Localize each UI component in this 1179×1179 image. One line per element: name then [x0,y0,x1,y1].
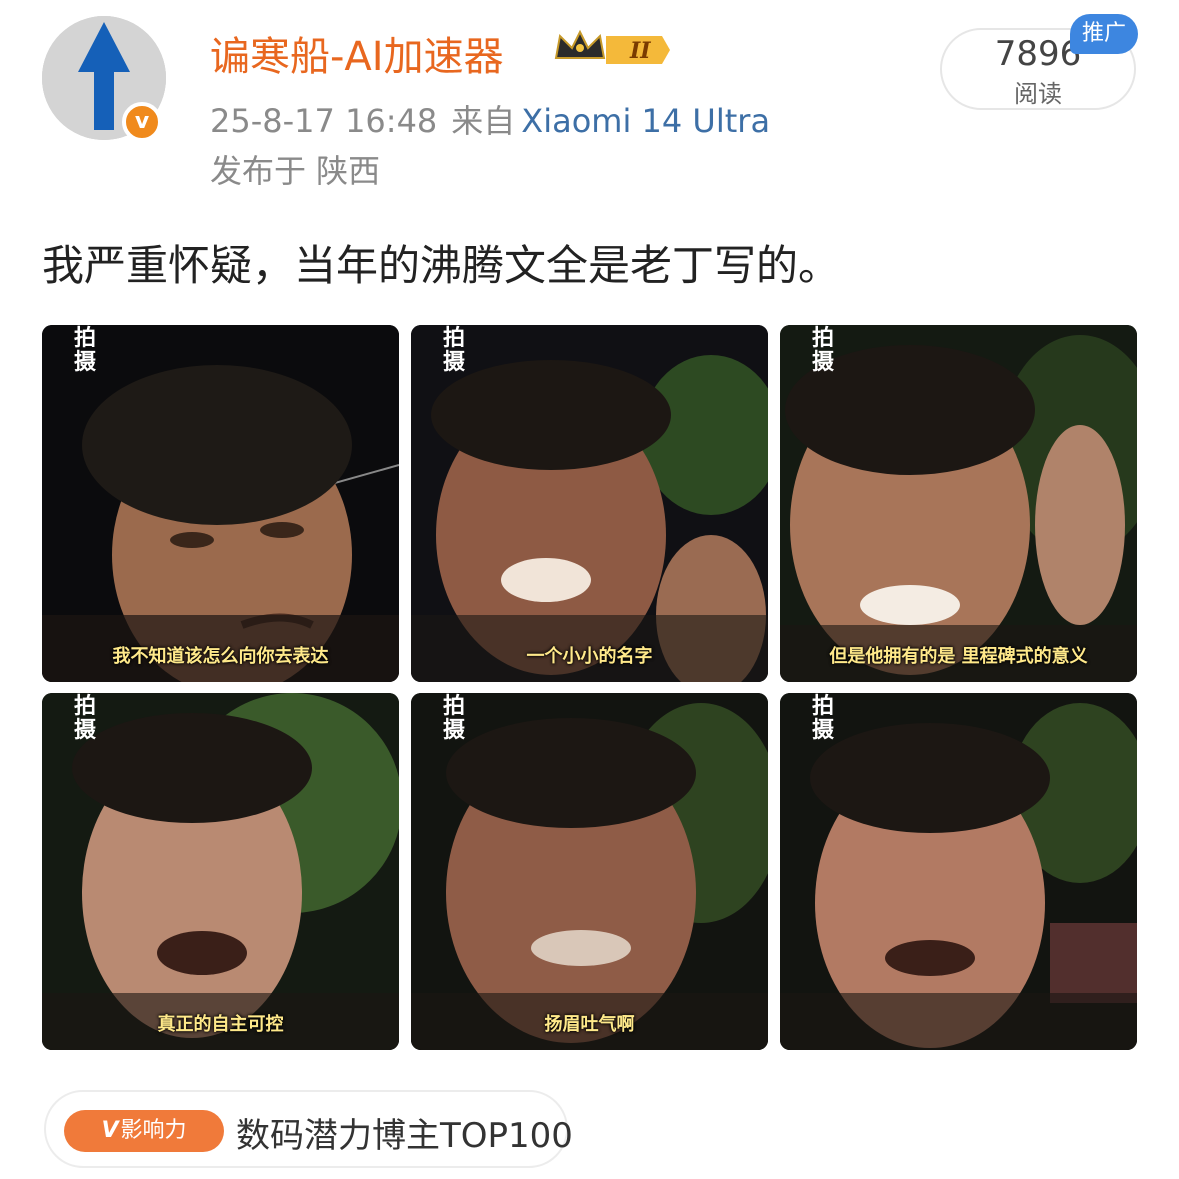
corner-label: 拍摄 [442,694,465,743]
post-location: 发布于 陕西 [210,152,381,190]
image-grid: 拍摄 我不知道该怎么向你去表达 拍摄 一个小小的名字 拍摄 但是他拥有的是 里程… [42,325,1137,1050]
image-caption: 我不知道该怎么向你去表达 [112,646,329,667]
crown-level-badge-icon: II [554,29,670,64]
corner-label: 拍摄 [73,326,96,375]
post-image-6[interactable]: 拍摄 [780,693,1137,1050]
views-label: 阅读 [1014,80,1062,108]
post-image-3[interactable]: 拍摄 但是他拥有的是 里程碑式的意义 [780,325,1137,682]
corner-label: 拍摄 [811,326,834,375]
image-caption: 一个小小的名字 [526,646,653,667]
influence-chip: V影响力 [64,1110,224,1152]
post-image-4[interactable]: 拍摄 真正的自主可控 [42,693,399,1050]
corner-label: 拍摄 [442,326,465,375]
post-meta: 25-8-17 16:48 来自 Xiaomi 14 Ultra [210,96,770,142]
influence-v-icon: V [101,1118,119,1143]
post-text: 我严重怀疑，当年的沸腾文全是老丁写的。 [42,241,841,290]
post-image-1[interactable]: 拍摄 我不知道该怎么向你去表达 [42,325,399,682]
level-badge-text: II [629,38,651,64]
corner-label: 拍摄 [73,694,96,743]
influence-badge[interactable]: V影响力 数码潜力博主TOP100 [44,1090,573,1168]
face-photo-1 [42,325,399,682]
face-photo-3 [780,325,1137,682]
source-prefix: 来自 [451,102,516,140]
post-image-5[interactable]: 拍摄 扬眉吐气啊 [411,693,768,1050]
post-timestamp: 25-8-17 16:48 [210,102,438,140]
corner-label: 拍摄 [811,694,834,743]
face-photo-6 [780,693,1137,1050]
influence-chip-label: 影响力 [120,1118,187,1143]
image-caption: 扬眉吐气啊 [544,1014,635,1035]
image-caption: 但是他拥有的是 里程碑式的意义 [829,646,1088,667]
promo-tag: 推广 [1070,14,1138,54]
device-link[interactable]: Xiaomi 14 Ultra [521,102,770,140]
influence-text: 数码潜力博主TOP100 [236,1116,573,1156]
verified-badge-icon: v [122,102,162,142]
username[interactable]: 谝寒船-AI加速器 [210,24,504,82]
image-caption: 真正的自主可控 [157,1014,284,1035]
post-image-2[interactable]: 拍摄 一个小小的名字 [411,325,768,682]
face-photo-5 [411,693,768,1050]
face-photo-2 [411,325,768,682]
face-photo-4 [42,693,399,1050]
